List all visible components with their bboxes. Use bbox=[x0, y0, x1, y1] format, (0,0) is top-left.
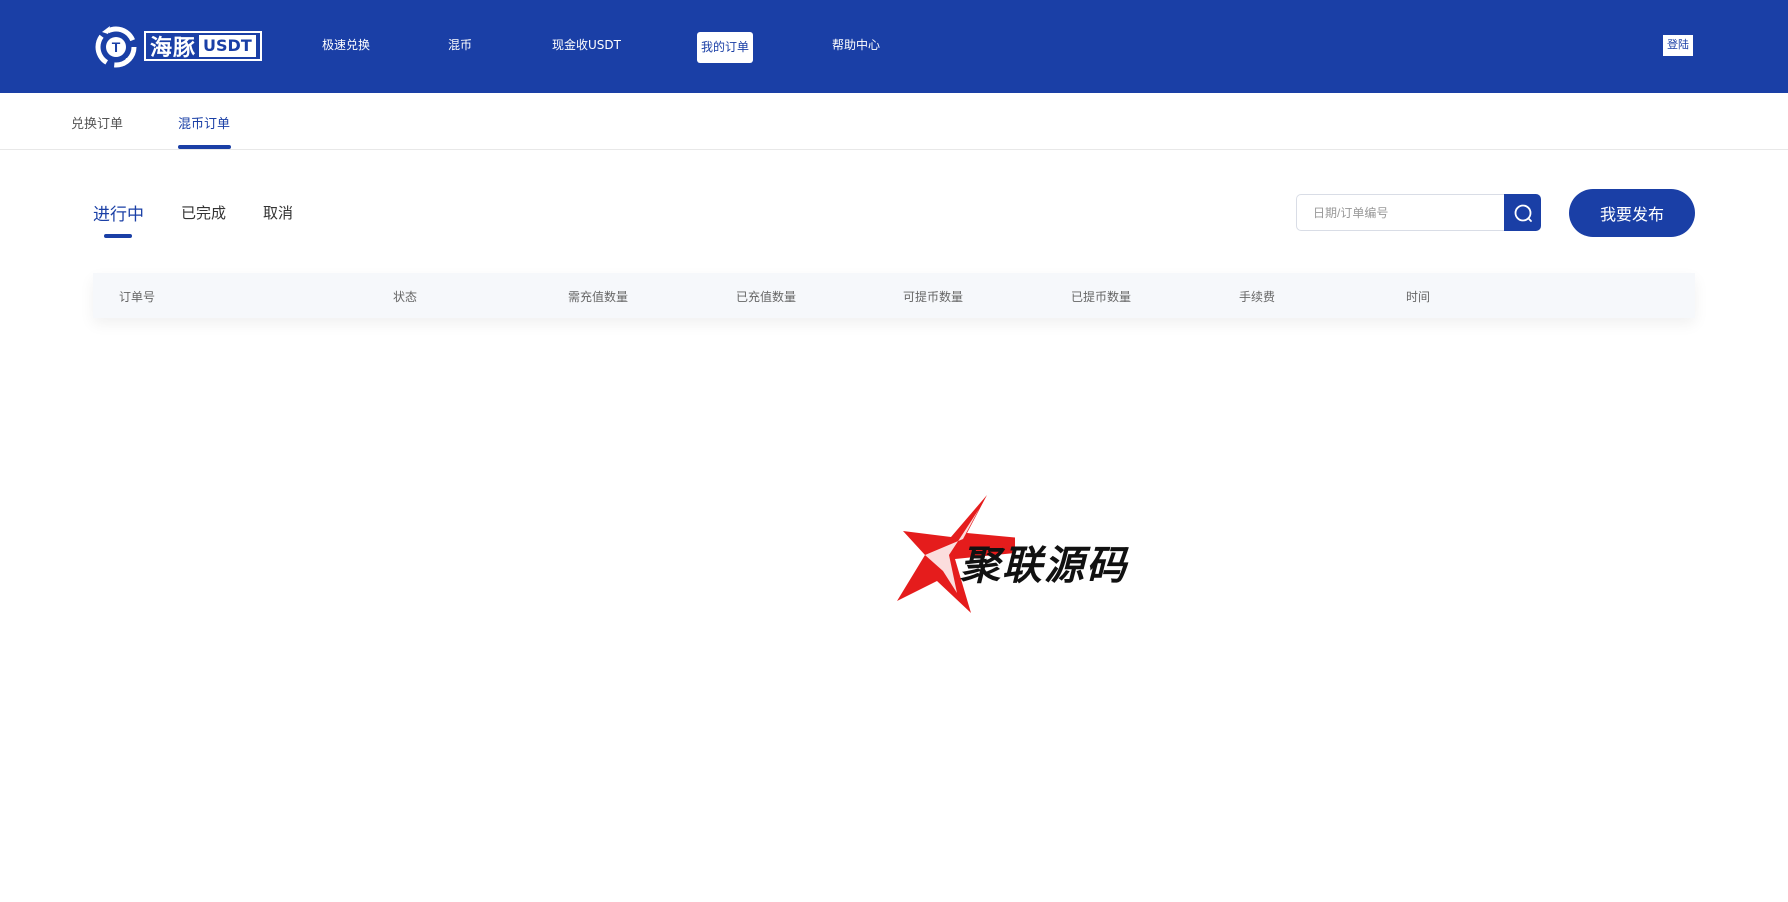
tab-exchange-orders[interactable]: 兑换订单 bbox=[71, 113, 123, 132]
nav-item-help-center[interactable]: 帮助中心 bbox=[832, 35, 880, 55]
logo-wordmark: 海豚 USDT bbox=[144, 31, 262, 61]
nav-item-fast-exchange[interactable]: 极速兑换 bbox=[322, 35, 370, 55]
nav-item-cash-usdt[interactable]: 现金收USDT bbox=[552, 35, 621, 55]
column-header-order-no: 订单号 bbox=[119, 290, 156, 304]
nav-item-coin-mixing[interactable]: 混币 bbox=[448, 35, 472, 55]
status-tab-completed[interactable]: 已完成 bbox=[181, 202, 226, 223]
search-icon bbox=[1514, 204, 1532, 222]
login-button[interactable]: 登陆 bbox=[1663, 35, 1693, 56]
column-header-status: 状态 bbox=[393, 290, 418, 304]
column-header-withdrawn: 已提币数量 bbox=[1071, 290, 1132, 304]
column-header-required-deposit: 需充值数量 bbox=[568, 290, 629, 304]
tab-mixing-orders[interactable]: 混币订单 bbox=[178, 113, 230, 132]
watermark-logo: 聚联源码 bbox=[895, 493, 1170, 615]
svg-text:T: T bbox=[112, 39, 121, 55]
status-tab-cancelled[interactable]: 取消 bbox=[263, 202, 293, 223]
column-header-withdrawable: 可提币数量 bbox=[903, 290, 964, 304]
column-header-deposited: 已充值数量 bbox=[736, 290, 797, 304]
watermark-text: 聚联源码 bbox=[960, 543, 1128, 589]
column-header-fee: 手续费 bbox=[1239, 290, 1276, 304]
search-input[interactable] bbox=[1296, 194, 1506, 231]
order-type-tabs: 兑换订单 混币订单 bbox=[0, 93, 1788, 150]
site-logo[interactable]: T 海豚 USDT bbox=[92, 20, 262, 72]
column-header-time: 时间 bbox=[1406, 290, 1431, 304]
status-tab-in-progress[interactable]: 进行中 bbox=[93, 200, 144, 225]
nav-item-my-orders[interactable]: 我的订单 bbox=[697, 32, 754, 63]
dolphin-logo-icon: T bbox=[95, 26, 137, 68]
search-button[interactable] bbox=[1504, 194, 1541, 231]
publish-button[interactable]: 我要发布 bbox=[1569, 189, 1695, 237]
logo-cn-text: 海豚 bbox=[150, 36, 197, 61]
status-tab-indicator bbox=[104, 234, 132, 238]
active-tab-indicator bbox=[178, 145, 231, 149]
logo-en-text: USDT bbox=[199, 35, 256, 57]
orders-table-header: 订单号 状态 需充值数量 已充值数量 可提币数量 已提币数量 手续费 时间 bbox=[93, 273, 1695, 318]
top-navigation-bar: T 海豚 USDT 极速兑换 混币 现金收USDT 我的订单 帮助中心 登陆 bbox=[0, 0, 1788, 93]
